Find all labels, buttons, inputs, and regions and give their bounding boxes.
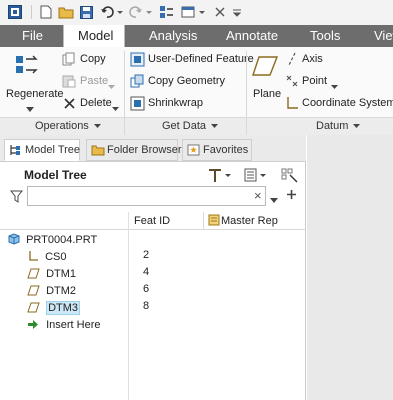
chevron-down-icon: [353, 124, 361, 129]
favorites-icon: [187, 144, 200, 156]
feat-id-cell: 4: [143, 266, 150, 278]
axis-button[interactable]: Axis: [302, 53, 323, 65]
insert-here-marker[interactable]: Insert Here: [27, 316, 100, 334]
redo-icon[interactable]: [128, 3, 154, 21]
datum-plane-icon: [27, 268, 40, 279]
tree-item[interactable]: CS0: [27, 248, 66, 266]
paste-dropdown-icon[interactable]: [108, 80, 115, 92]
show-tree-settings-icon[interactable]: [207, 167, 233, 186]
ribbon-panel: Regenerate Copy Paste Delete User-Define…: [0, 47, 393, 135]
folder-icon: [91, 145, 105, 156]
coordinate-system-button[interactable]: Coordinate System: [302, 97, 393, 109]
point-icon: [285, 74, 299, 88]
copy-button[interactable]: Copy: [80, 53, 106, 65]
filter-icon[interactable]: [9, 190, 24, 206]
tab-model-tree[interactable]: Model Tree: [4, 139, 80, 161]
group-title-operations[interactable]: Operations: [35, 120, 101, 132]
tree-item[interactable]: DTM2: [27, 282, 76, 300]
axis-icon: [285, 52, 299, 66]
new-file-icon[interactable]: [38, 3, 54, 21]
column-divider: [203, 212, 204, 230]
model-tree-title: Model Tree: [24, 168, 87, 182]
paste-button[interactable]: Paste: [80, 75, 108, 87]
paste-icon: [62, 74, 76, 88]
tab-annotate[interactable]: Annotate: [218, 25, 288, 47]
windows-icon[interactable]: [180, 3, 208, 21]
plane-icon[interactable]: [252, 55, 279, 80]
coordinate-system-icon: [29, 251, 38, 261]
delete-dropdown-icon[interactable]: [112, 102, 119, 114]
feat-id-cell: 8: [143, 300, 150, 312]
column-header-master-rep[interactable]: Master Rep: [221, 215, 278, 227]
save-icon[interactable]: [78, 3, 94, 21]
tab-view[interactable]: View: [369, 25, 393, 47]
search-clear-button[interactable]: ×: [254, 188, 262, 203]
feat-id-cell: 6: [143, 283, 150, 295]
chevron-down-icon: [211, 124, 219, 129]
ribbon-tab-bar: File Model Analysis Annotate Tools View: [0, 25, 393, 48]
column-header-feat-id[interactable]: Feat ID: [134, 215, 170, 227]
group-title-get-data[interactable]: Get Data: [162, 120, 219, 132]
column-divider: [128, 212, 129, 400]
tree-filters-icon[interactable]: [281, 167, 299, 186]
plane-button[interactable]: Plane: [253, 88, 281, 100]
quick-access-toolbar: [0, 0, 393, 25]
delete-icon: [63, 97, 75, 109]
delete-button[interactable]: Delete: [80, 97, 112, 109]
add-column-icon[interactable]: [286, 189, 297, 203]
search-input[interactable]: [27, 186, 266, 206]
tab-model[interactable]: Model: [63, 25, 125, 48]
tab-folder-browser[interactable]: Folder Browser: [86, 139, 182, 161]
tab-analysis[interactable]: Analysis: [137, 25, 207, 47]
close-window-icon[interactable]: [213, 3, 227, 21]
undo-icon[interactable]: [99, 3, 125, 21]
copy-geometry-icon: [130, 74, 145, 89]
datum-plane-icon: [27, 302, 40, 313]
navigator-panel: Model Tree Folder Browser Favorites Mode…: [0, 135, 306, 400]
chevron-down-icon: [93, 124, 101, 129]
feat-id-cell: 2: [143, 249, 150, 261]
search-dropdown-icon[interactable]: [270, 194, 278, 206]
shrinkwrap-icon: [130, 96, 145, 111]
tree-root[interactable]: PRT0004.PRT: [8, 231, 97, 249]
graphics-area[interactable]: [307, 135, 393, 400]
navigator-tabs: Model Tree Folder Browser Favorites: [0, 135, 306, 162]
point-button[interactable]: Point: [302, 75, 327, 87]
point-dropdown-icon[interactable]: [331, 80, 338, 92]
group-title-datum[interactable]: Datum: [316, 120, 361, 132]
master-rep-icon: [208, 214, 220, 229]
regenerate-small-icon[interactable]: [158, 3, 176, 21]
tree-item[interactable]: DTM1: [27, 265, 76, 283]
tab-tools[interactable]: Tools: [300, 25, 360, 47]
model-tree-icon: [10, 145, 20, 155]
app-menu-icon[interactable]: [6, 3, 24, 21]
tab-favorites[interactable]: Favorites: [182, 139, 252, 161]
user-defined-feature-icon: [130, 52, 145, 67]
regenerate-dropdown-icon[interactable]: [26, 103, 34, 115]
regenerate-button[interactable]: Regenerate: [6, 88, 64, 100]
tree-columns-icon[interactable]: [244, 167, 268, 186]
tab-file[interactable]: File: [8, 25, 60, 47]
insert-arrow-icon: [28, 320, 38, 329]
toolbar-separator: [31, 5, 32, 19]
customize-toolbar-icon[interactable]: [231, 3, 243, 21]
coordinate-system-icon: [285, 96, 299, 110]
shrinkwrap-button[interactable]: Shrinkwrap: [148, 97, 203, 109]
datum-plane-icon: [27, 285, 40, 296]
regenerate-icon[interactable]: [14, 53, 42, 80]
copy-icon: [62, 52, 76, 66]
open-folder-icon[interactable]: [57, 3, 75, 21]
tree-item-selected[interactable]: DTM3: [27, 299, 81, 317]
copy-geometry-button[interactable]: Copy Geometry: [148, 75, 225, 87]
part-icon: [8, 233, 20, 245]
user-defined-feature-button[interactable]: User-Defined Feature: [148, 53, 254, 65]
